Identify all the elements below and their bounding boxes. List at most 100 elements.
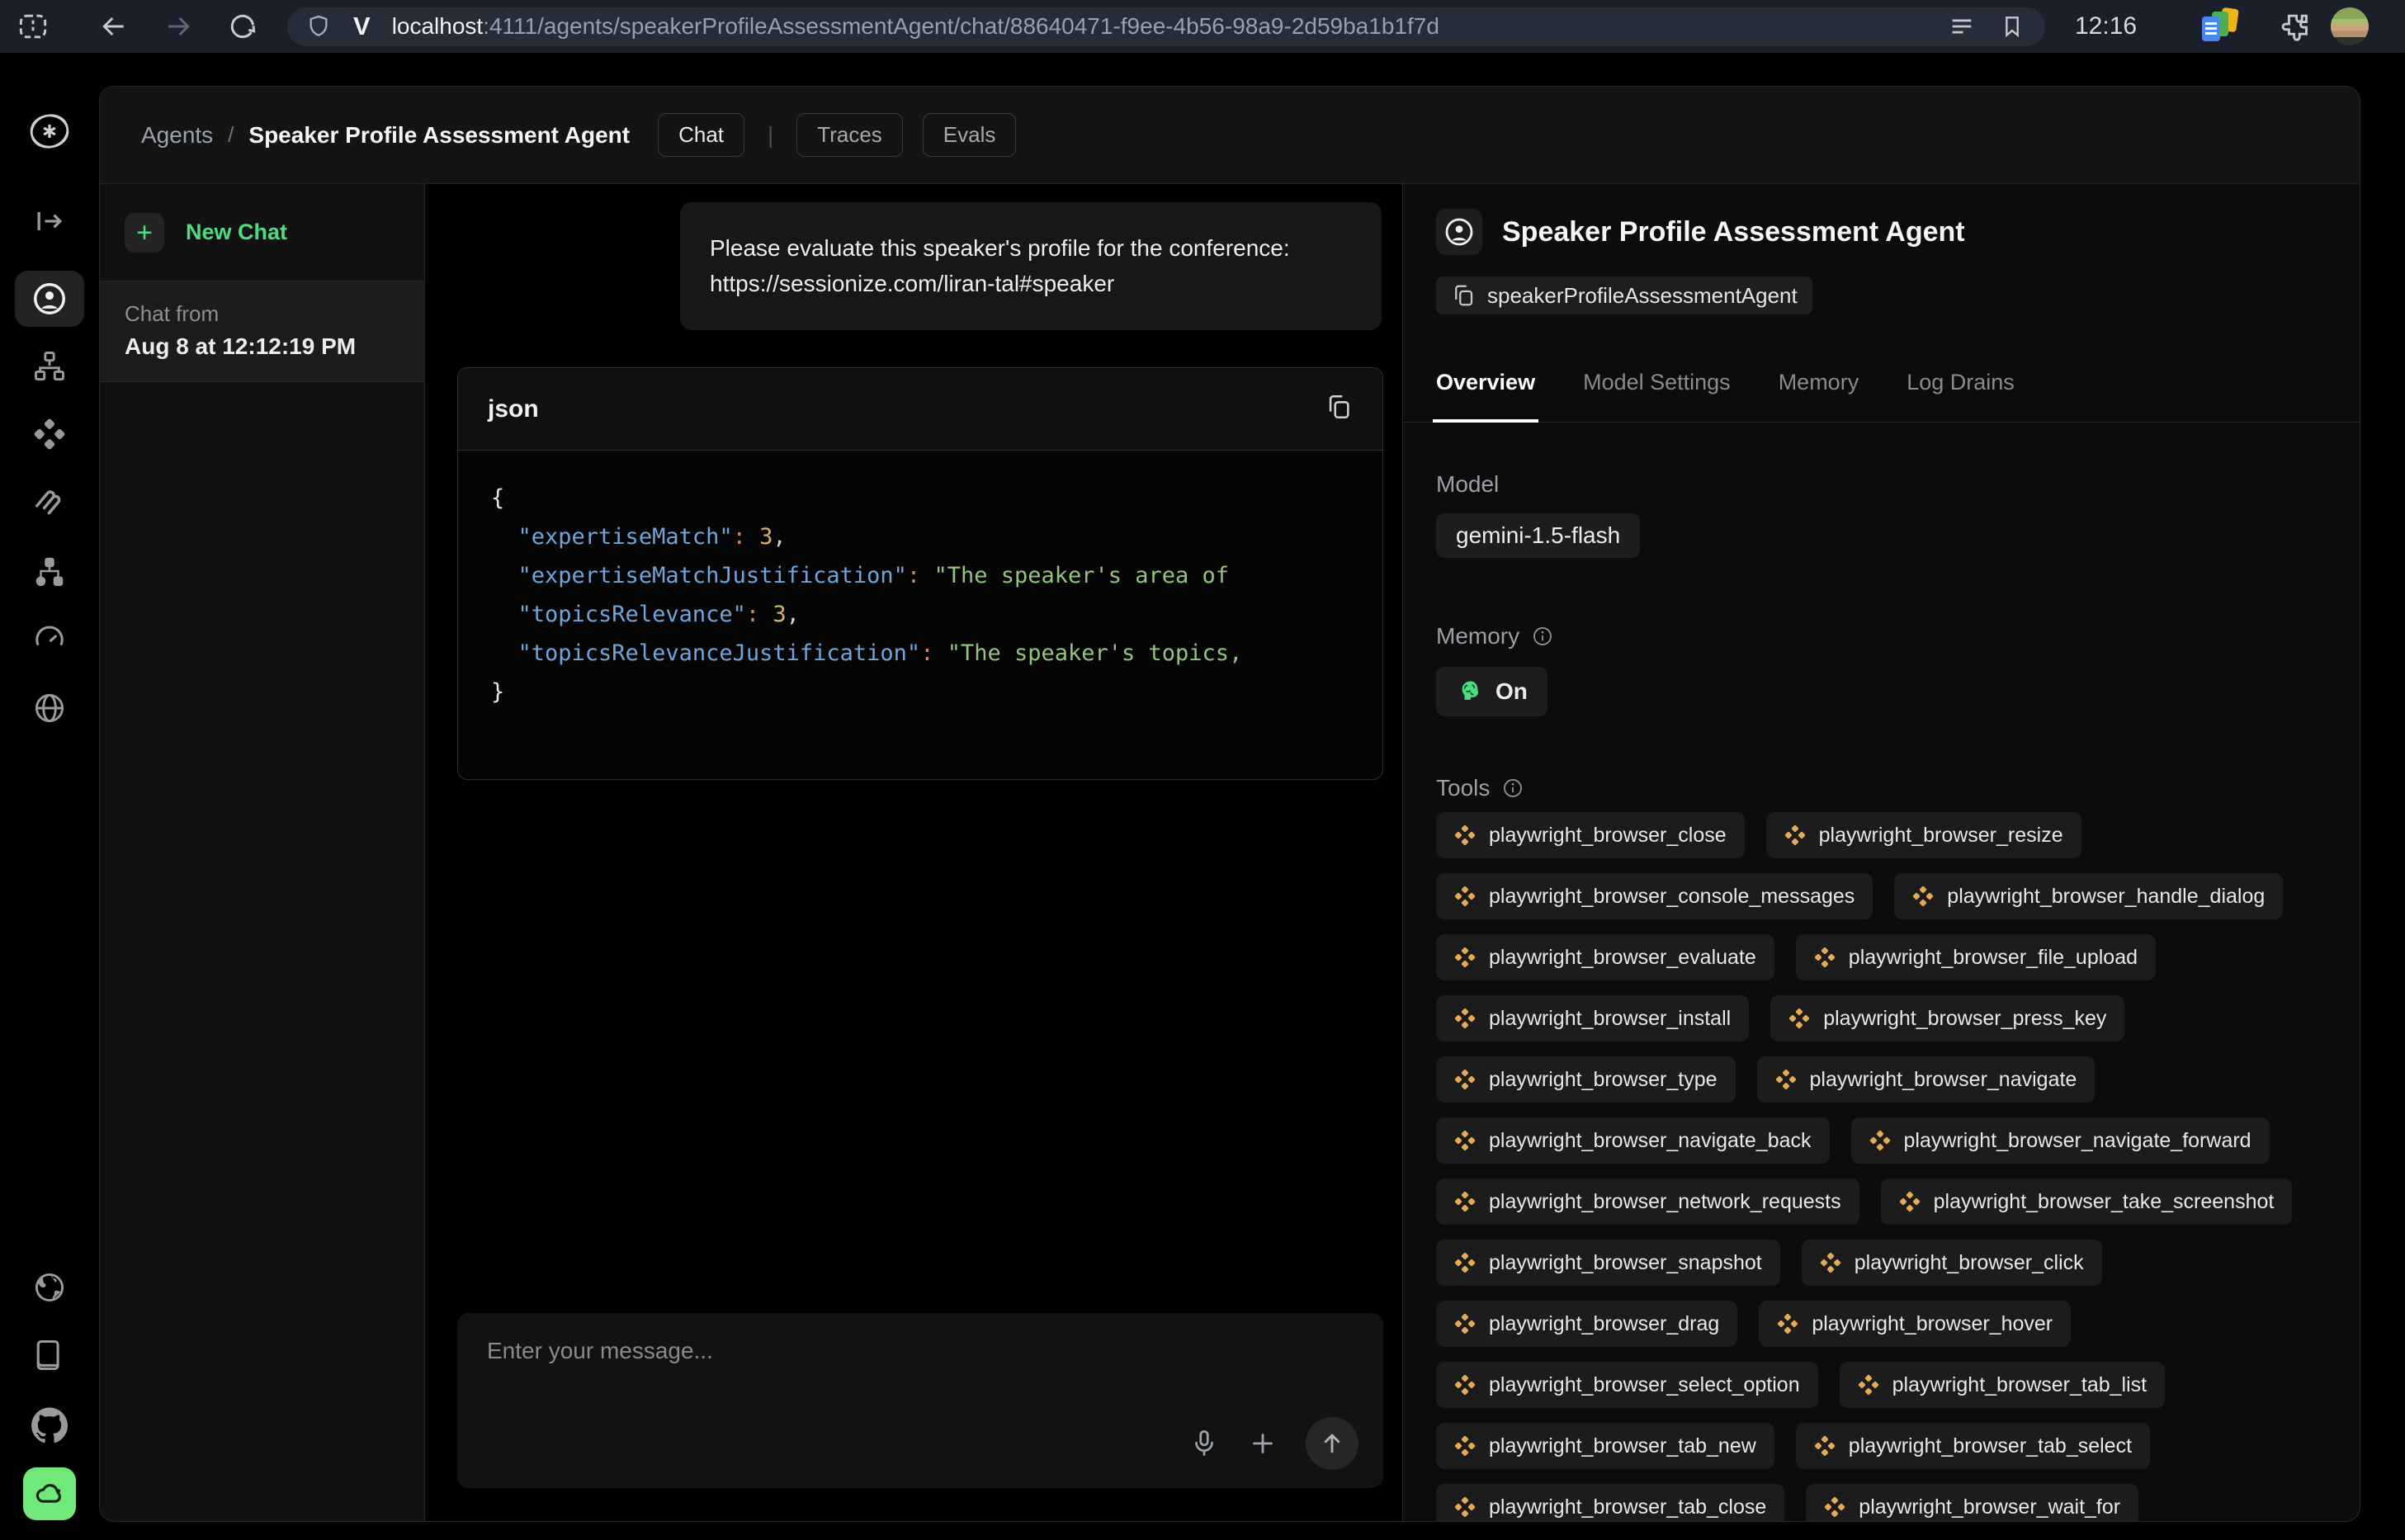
tool-chip: playwright_browser_handle_dialog: [1894, 873, 2283, 919]
tool-chip: playwright_browser_resize: [1766, 812, 2081, 858]
copy-code-button[interactable]: [1325, 393, 1353, 425]
agent-id-text: speakerProfileAssessmentAgent: [1487, 283, 1798, 309]
sidebar-collapse-icon[interactable]: [31, 203, 68, 239]
attach-plus-icon[interactable]: [1248, 1429, 1278, 1458]
memory-status-chip: On: [1436, 667, 1547, 716]
tool-name: playwright_browser_type: [1489, 1068, 1718, 1092]
sidebar-item-mcp[interactable]: [31, 484, 68, 521]
message-input[interactable]: [457, 1313, 1383, 1412]
sidebar-item-api[interactable]: [31, 690, 68, 726]
new-chat-button[interactable]: + New Chat: [100, 184, 424, 281]
tool-diamonds-icon: [1454, 1069, 1476, 1090]
tool-name: playwright_browser_select_option: [1489, 1373, 1800, 1397]
tab-evals[interactable]: Evals: [923, 113, 1017, 157]
tool-diamonds-icon: [1775, 1069, 1797, 1090]
tab-memory[interactable]: Memory: [1779, 355, 1859, 422]
code-line: "expertiseMatch": 3,: [491, 517, 1349, 556]
tool-chip: playwright_browser_navigate_back: [1436, 1117, 1830, 1164]
send-button[interactable]: [1306, 1417, 1358, 1470]
tool-chip: playwright_browser_drag: [1436, 1301, 1737, 1347]
tool-diamonds-icon: [1820, 1252, 1841, 1273]
tool-row: playwright_browser_evaluate playwright_b…: [1436, 934, 2327, 980]
chat-item-label: Chat from: [125, 301, 424, 327]
message-composer: [457, 1313, 1383, 1488]
tool-name: playwright_browser_tab_close: [1489, 1495, 1766, 1519]
code-lines: { "expertiseMatch": 3, "expertiseMatchJu…: [458, 451, 1382, 779]
tab-log-drains[interactable]: Log Drains: [1907, 355, 2015, 422]
docs-book-icon[interactable]: [31, 1337, 68, 1373]
code-line: "expertiseMatchJustification": "The spea…: [491, 556, 1349, 595]
tool-chip: playwright_browser_network_requests: [1436, 1179, 1859, 1225]
mastra-cloud-button[interactable]: [23, 1467, 76, 1520]
tab-overview[interactable]: Overview: [1436, 355, 1535, 422]
breadcrumb-current: Speaker Profile Assessment Agent: [248, 122, 630, 149]
forward-button[interactable]: [162, 10, 195, 43]
earth-icon[interactable]: [31, 1269, 68, 1306]
tool-row: playwright_browser_close playwright_brow…: [1436, 812, 2327, 858]
microphone-icon[interactable]: [1188, 1428, 1220, 1459]
agent-id-chip[interactable]: speakerProfileAssessmentAgent: [1436, 276, 1812, 314]
window-tiling-icon[interactable]: [15, 8, 51, 45]
docs-extension-icon[interactable]: [2199, 7, 2242, 46]
tool-name: playwright_browser_network_requests: [1489, 1190, 1841, 1214]
agent-title: Speaker Profile Assessment Agent: [1502, 216, 1965, 248]
tool-name: playwright_browser_tab_list: [1892, 1373, 2147, 1397]
shield-icon[interactable]: [305, 13, 332, 40]
nav-rail: [0, 53, 99, 1540]
sidebar-item-runtime[interactable]: [31, 621, 68, 657]
tool-chip: playwright_browser_snapshot: [1436, 1240, 1780, 1286]
json-code-block: json { "expertiseMatch": 3, "expertiseMa…: [457, 367, 1383, 780]
tool-diamonds-icon: [1454, 1252, 1476, 1273]
address-bar[interactable]: V localhost:4111/agents/speakerProfileAs…: [287, 7, 2045, 46]
reload-button[interactable]: [226, 10, 259, 43]
workspace: Agents / Speaker Profile Assessment Agen…: [0, 53, 2405, 1540]
url-host: localhost: [392, 13, 484, 39]
tool-diamonds-icon: [1912, 886, 1934, 907]
agent-details-panel: Speaker Profile Assessment Agent speaker…: [1402, 184, 2360, 1521]
playground-shell: Agents / Speaker Profile Assessment Agen…: [99, 86, 2360, 1522]
tool-name: playwright_browser_navigate_back: [1489, 1129, 1812, 1153]
mastra-logo-icon[interactable]: [28, 112, 71, 150]
profile-avatar[interactable]: [2331, 7, 2369, 45]
model-chip: gemini-1.5-flash: [1436, 513, 1640, 558]
plus-icon: +: [125, 213, 164, 253]
tool-row: playwright_browser_tab_new playwright_br…: [1436, 1423, 2327, 1469]
code-line: }: [491, 673, 1349, 711]
sidebar-item-tools[interactable]: [32, 417, 67, 451]
tool-chip: playwright_browser_select_option: [1436, 1362, 1818, 1408]
info-icon: [1501, 777, 1524, 800]
tools-section-label: Tools: [1436, 774, 2327, 802]
memory-brain-icon: [1456, 678, 1482, 705]
extensions-puzzle-icon[interactable]: [2275, 8, 2311, 45]
back-button[interactable]: [97, 10, 130, 43]
tool-name: playwright_browser_console_messages: [1489, 885, 1855, 909]
tool-diamonds-icon: [1454, 1374, 1476, 1396]
bookmark-icon[interactable]: [1999, 13, 2025, 40]
tool-name: playwright_browser_navigate: [1810, 1068, 2077, 1092]
tool-diamonds-icon: [1814, 947, 1836, 968]
memory-label-text: Memory: [1436, 623, 1519, 650]
tool-chip: playwright_browser_tab_select: [1796, 1423, 2150, 1469]
sidebar-item-agents[interactable]: [15, 271, 84, 327]
tab-model-settings[interactable]: Model Settings: [1583, 355, 1731, 422]
tab-traces[interactable]: Traces: [796, 113, 903, 157]
tool-diamonds-icon: [1869, 1130, 1891, 1151]
new-chat-label: New Chat: [186, 220, 287, 245]
tab-chat[interactable]: Chat: [658, 113, 744, 157]
memory-section-label: Memory: [1436, 622, 2327, 650]
sidebar-item-networks[interactable]: [31, 348, 68, 385]
tool-name: playwright_browser_close: [1489, 824, 1727, 848]
tool-name: playwright_browser_press_key: [1823, 1007, 2106, 1031]
chat-history-item[interactable]: Chat from Aug 8 at 12:12:19 PM: [100, 281, 424, 382]
reader-mode-icon[interactable]: [1948, 12, 1976, 40]
tool-chip: playwright_browser_click: [1802, 1240, 2102, 1286]
tool-row: playwright_browser_select_option playwri…: [1436, 1362, 2327, 1408]
sidebar-item-workflows[interactable]: [32, 554, 67, 588]
tool-row: playwright_browser_network_requests play…: [1436, 1179, 2327, 1225]
tool-chip: playwright_browser_tab_close: [1436, 1484, 1784, 1521]
tool-chip: playwright_browser_console_messages: [1436, 873, 1873, 919]
breadcrumb-agents[interactable]: Agents: [141, 122, 213, 149]
tool-name: playwright_browser_snapshot: [1489, 1251, 1762, 1275]
tool-name: playwright_browser_click: [1855, 1251, 2084, 1275]
github-icon[interactable]: [31, 1406, 69, 1444]
